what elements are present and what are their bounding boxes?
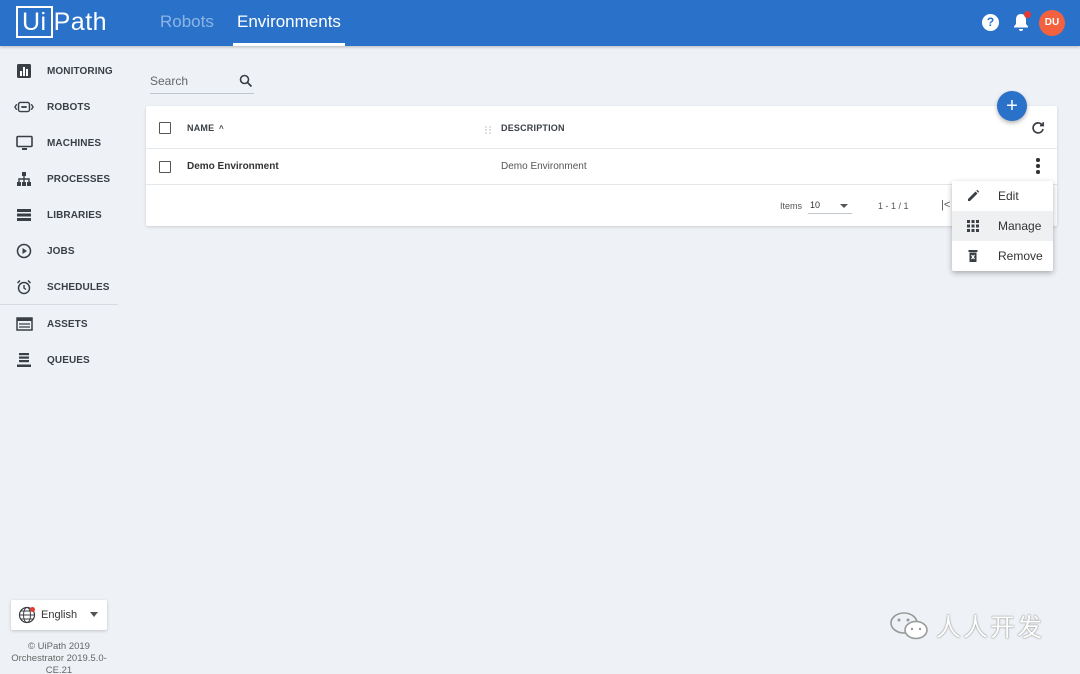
pencil-icon	[966, 189, 980, 203]
top-bar: Ui Path Robots Environments ? DU	[0, 0, 1080, 46]
search-box	[150, 68, 254, 94]
sidebar: MONITORING ROBOTS MACHINES PROCESSES LIB…	[0, 46, 118, 674]
menu-item-label: Remove	[998, 249, 1043, 263]
queue-icon	[14, 350, 34, 370]
sort-asc-icon: ^	[219, 124, 224, 133]
sidebar-item-jobs[interactable]: JOBS	[0, 236, 118, 266]
menu-item-remove[interactable]: Remove	[952, 241, 1053, 271]
search-icon[interactable]	[239, 74, 253, 88]
trash-icon	[966, 249, 980, 263]
menu-item-edit[interactable]: Edit	[952, 181, 1053, 211]
chevron-down-icon	[840, 204, 848, 208]
tab-robots[interactable]: Robots	[160, 0, 214, 46]
sidebar-item-label: ASSETS	[47, 318, 88, 330]
sidebar-item-assets[interactable]: ASSETS	[0, 309, 118, 339]
question-circle-icon[interactable]: ?	[982, 14, 999, 31]
avatar[interactable]: DU	[1039, 10, 1065, 36]
bell-icon[interactable]	[1012, 11, 1031, 32]
play-circle-icon	[14, 241, 34, 261]
tab-environments[interactable]: Environments	[233, 0, 345, 46]
header-divider	[146, 148, 1057, 149]
pagination-range: 1 - 1 / 1	[878, 201, 909, 211]
alarm-clock-icon	[14, 277, 34, 297]
sidebar-item-schedules[interactable]: SCHEDULES	[0, 272, 118, 302]
row-name: Demo Environment	[187, 161, 279, 172]
items-per-page-select[interactable]: 10	[808, 197, 852, 214]
chevron-down-icon	[90, 612, 98, 617]
version-text: Orchestrator 2019.5.0-CE.21	[11, 653, 107, 674]
grid-icon	[966, 219, 980, 233]
sidebar-item-label: MONITORING	[47, 65, 113, 77]
language-value: English	[41, 609, 78, 621]
sidebar-item-processes[interactable]: PROCESSES	[0, 164, 118, 194]
sidebar-item-label: JOBS	[47, 245, 75, 257]
menu-item-manage[interactable]: Manage	[952, 211, 1053, 241]
sidebar-item-label: QUEUES	[47, 354, 90, 366]
monitor-icon	[14, 133, 34, 153]
sidebar-item-queues[interactable]: QUEUES	[0, 345, 118, 375]
sidebar-item-libraries[interactable]: LIBRARIES	[0, 200, 118, 230]
menu-item-label: Manage	[998, 219, 1042, 233]
sidebar-item-machines[interactable]: MACHINES	[0, 128, 118, 158]
footer-copyright: © UiPath 2019 Orchestrator 2019.5.0-CE.2…	[0, 641, 118, 674]
logo-box: Ui	[16, 6, 53, 38]
refresh-icon[interactable]	[1031, 121, 1045, 135]
row-checkbox[interactable]	[159, 161, 171, 173]
uipath-logo[interactable]: Ui Path	[16, 6, 107, 38]
sidebar-item-monitoring[interactable]: MONITORING	[0, 56, 118, 86]
sitemap-icon	[14, 169, 34, 189]
column-header-description[interactable]: DESCRIPTION	[501, 123, 565, 133]
sidebar-item-robots[interactable]: ROBOTS	[0, 92, 118, 122]
copyright-text: © UiPath 2019	[28, 641, 90, 652]
bar-chart-icon	[14, 61, 34, 81]
search-input[interactable]	[150, 72, 230, 90]
items-per-page-value: 10	[810, 200, 821, 210]
select-all-checkbox[interactable]	[159, 122, 171, 134]
robot-icon	[14, 97, 34, 117]
items-per-page-label: Items	[780, 201, 803, 211]
more-vert-icon[interactable]	[1035, 158, 1041, 174]
sidebar-item-label: PROCESSES	[47, 173, 111, 185]
language-select[interactable]: English	[11, 600, 107, 630]
watermark: 人人开发	[888, 608, 1044, 644]
wechat-icon	[888, 609, 932, 643]
environments-table: NAME ^ DESCRIPTION Demo Environment Demo…	[146, 106, 1057, 226]
column-resize-handle[interactable]	[484, 122, 492, 134]
row-divider	[146, 184, 1057, 185]
add-environment-button[interactable]: +	[997, 91, 1027, 121]
watermark-text: 人人开发	[936, 613, 1045, 642]
globe-icon	[18, 606, 36, 624]
sidebar-item-label: SCHEDULES	[47, 281, 110, 293]
notification-badge	[1024, 11, 1031, 18]
table-icon	[14, 314, 34, 334]
column-header-name-label: NAME	[187, 123, 215, 133]
sidebar-item-label: LIBRARIES	[47, 209, 102, 221]
sidebar-divider	[0, 304, 118, 305]
row-context-menu: Edit Manage Remove	[952, 181, 1053, 271]
list-icon	[14, 205, 34, 225]
menu-item-label: Edit	[998, 189, 1019, 203]
column-header-name[interactable]: NAME ^	[187, 123, 224, 133]
sidebar-item-label: MACHINES	[47, 137, 102, 149]
row-description: Demo Environment	[501, 161, 587, 172]
sidebar-item-label: ROBOTS	[47, 101, 91, 113]
first-page-icon[interactable]: |<	[941, 199, 950, 211]
logo-text: Path	[53, 8, 108, 36]
